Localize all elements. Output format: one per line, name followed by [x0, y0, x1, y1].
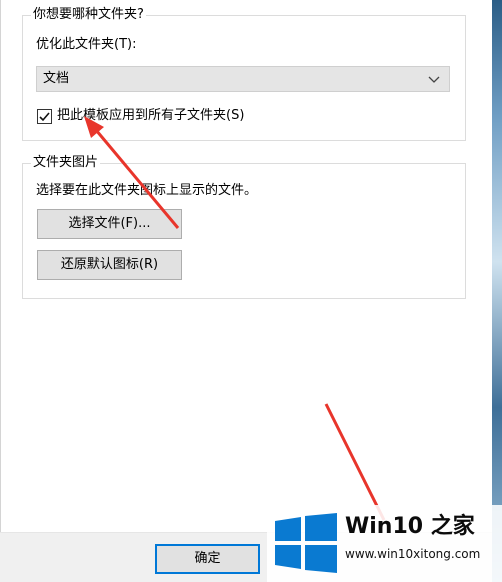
watermark-title: Win10 之家 — [345, 513, 475, 541]
folder-customize-dialog: 你想要哪种文件夹? 优化此文件夹(T): 文档 把此模板应用到所有子文件夹(S)… — [0, 0, 492, 582]
watermark-title-prefix: Win10 — [345, 514, 424, 539]
optimize-folder-label: 优化此文件夹(T): — [36, 37, 137, 52]
optimize-folder-selected-value: 文档 — [43, 71, 70, 86]
folder-picture-group: 文件夹图片 选择要在此文件夹图标上显示的文件。 选择文件(F)... 还原默认图… — [22, 154, 466, 299]
apply-subfolders-checkbox[interactable] — [37, 109, 52, 124]
folder-type-group-title: 你想要哪种文件夹? — [31, 6, 146, 24]
optimize-folder-dropdown[interactable]: 文档 — [36, 66, 450, 92]
restore-default-icon-button[interactable]: 还原默认图标(R) — [37, 250, 182, 280]
choose-file-button[interactable]: 选择文件(F)... — [37, 209, 182, 239]
windows-logo-icon — [275, 513, 337, 573]
ok-button[interactable]: 确定 — [155, 544, 260, 574]
win10-watermark: Win10 之家 www.win10xitong.com — [267, 505, 502, 582]
folder-type-group: 你想要哪种文件夹? 优化此文件夹(T): 文档 把此模板应用到所有子文件夹(S) — [22, 6, 466, 141]
apply-subfolders-label[interactable]: 把此模板应用到所有子文件夹(S) — [57, 107, 244, 125]
watermark-title-suffix: 之家 — [423, 514, 475, 539]
checkmark-icon — [39, 112, 50, 122]
watermark-url: www.win10xitong.com — [345, 547, 481, 561]
desktop-wallpaper-strip — [492, 0, 502, 582]
folder-picture-group-title: 文件夹图片 — [31, 154, 101, 172]
folder-picture-description: 选择要在此文件夹图标上显示的文件。 — [36, 183, 258, 198]
dialog-left-edge — [0, 0, 1, 532]
chevron-down-icon — [428, 76, 440, 83]
